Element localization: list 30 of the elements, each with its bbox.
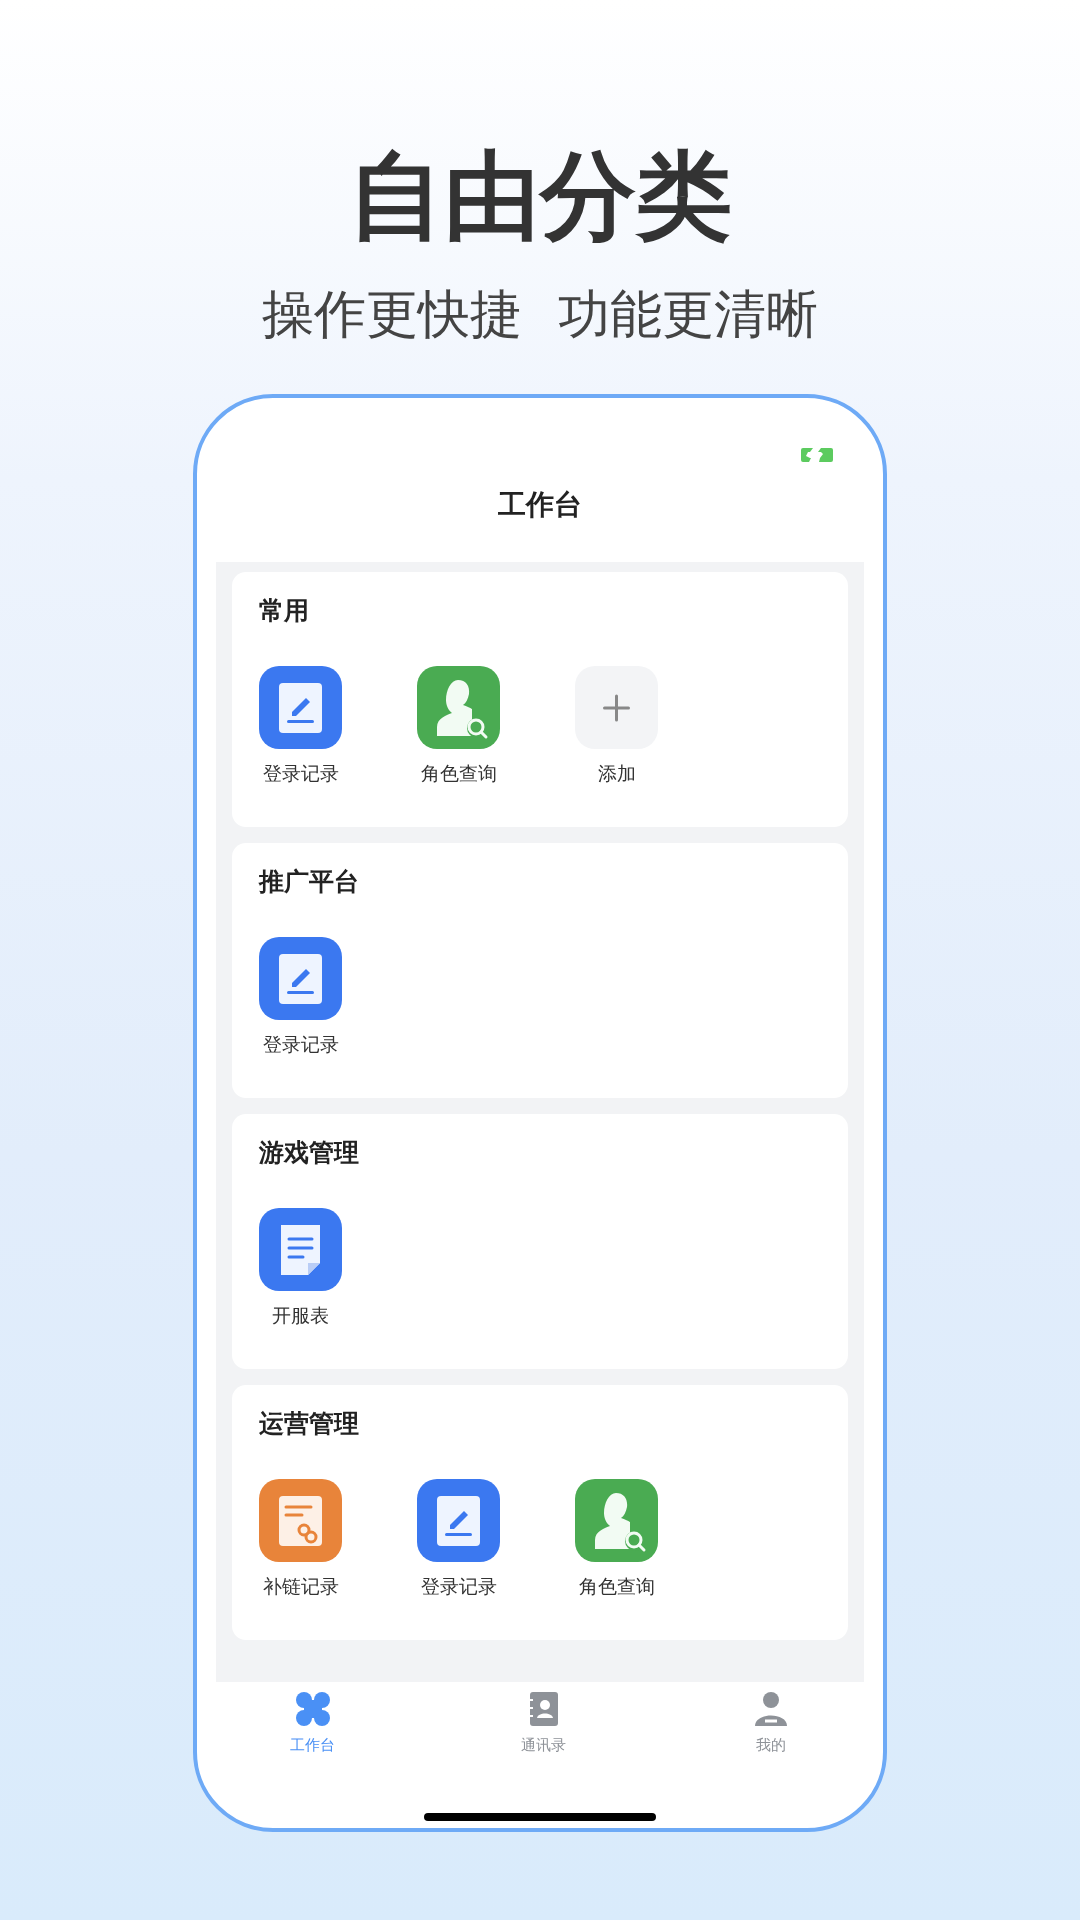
subtitle: 功能更清晰 bbox=[558, 288, 818, 340]
app-label: 角色查询 bbox=[420, 761, 497, 786]
user-icon bbox=[752, 1690, 790, 1728]
tab-item[interactable]: 我的 bbox=[752, 1690, 790, 1787]
battery-icon bbox=[801, 448, 833, 462]
app-tile[interactable] bbox=[259, 666, 342, 749]
app-tile[interactable] bbox=[259, 1208, 342, 1291]
app-label: 开服表 bbox=[272, 1303, 329, 1328]
section-title: 推广平台 bbox=[259, 869, 359, 894]
app-label: 添加 bbox=[597, 761, 636, 786]
app-label: 登录记录 bbox=[262, 1032, 339, 1057]
app-tile[interactable] bbox=[575, 666, 658, 749]
app-label: 角色查询 bbox=[578, 1574, 655, 1599]
headline: 自由分类 bbox=[348, 139, 732, 244]
app-tile[interactable] bbox=[259, 1479, 342, 1562]
app-tile[interactable] bbox=[259, 937, 342, 1020]
app-label: 登录记录 bbox=[420, 1574, 497, 1599]
section-title: 运营管理 bbox=[259, 1411, 359, 1436]
section-title: 游戏管理 bbox=[259, 1140, 359, 1165]
tab-item[interactable]: 通讯录 bbox=[521, 1690, 566, 1787]
grid-icon bbox=[293, 1690, 332, 1728]
section-title: 常用 bbox=[259, 598, 309, 623]
app-label: 补链记录 bbox=[262, 1574, 339, 1599]
app-tile[interactable] bbox=[417, 1479, 500, 1562]
subtitle: 操作更快捷 bbox=[262, 288, 522, 340]
page-title: 工作台 bbox=[498, 488, 582, 521]
app-tile[interactable] bbox=[417, 666, 500, 749]
app-label: 登录记录 bbox=[262, 761, 339, 786]
tab-item[interactable]: 工作台 bbox=[290, 1690, 335, 1787]
app-tile[interactable] bbox=[575, 1479, 658, 1562]
